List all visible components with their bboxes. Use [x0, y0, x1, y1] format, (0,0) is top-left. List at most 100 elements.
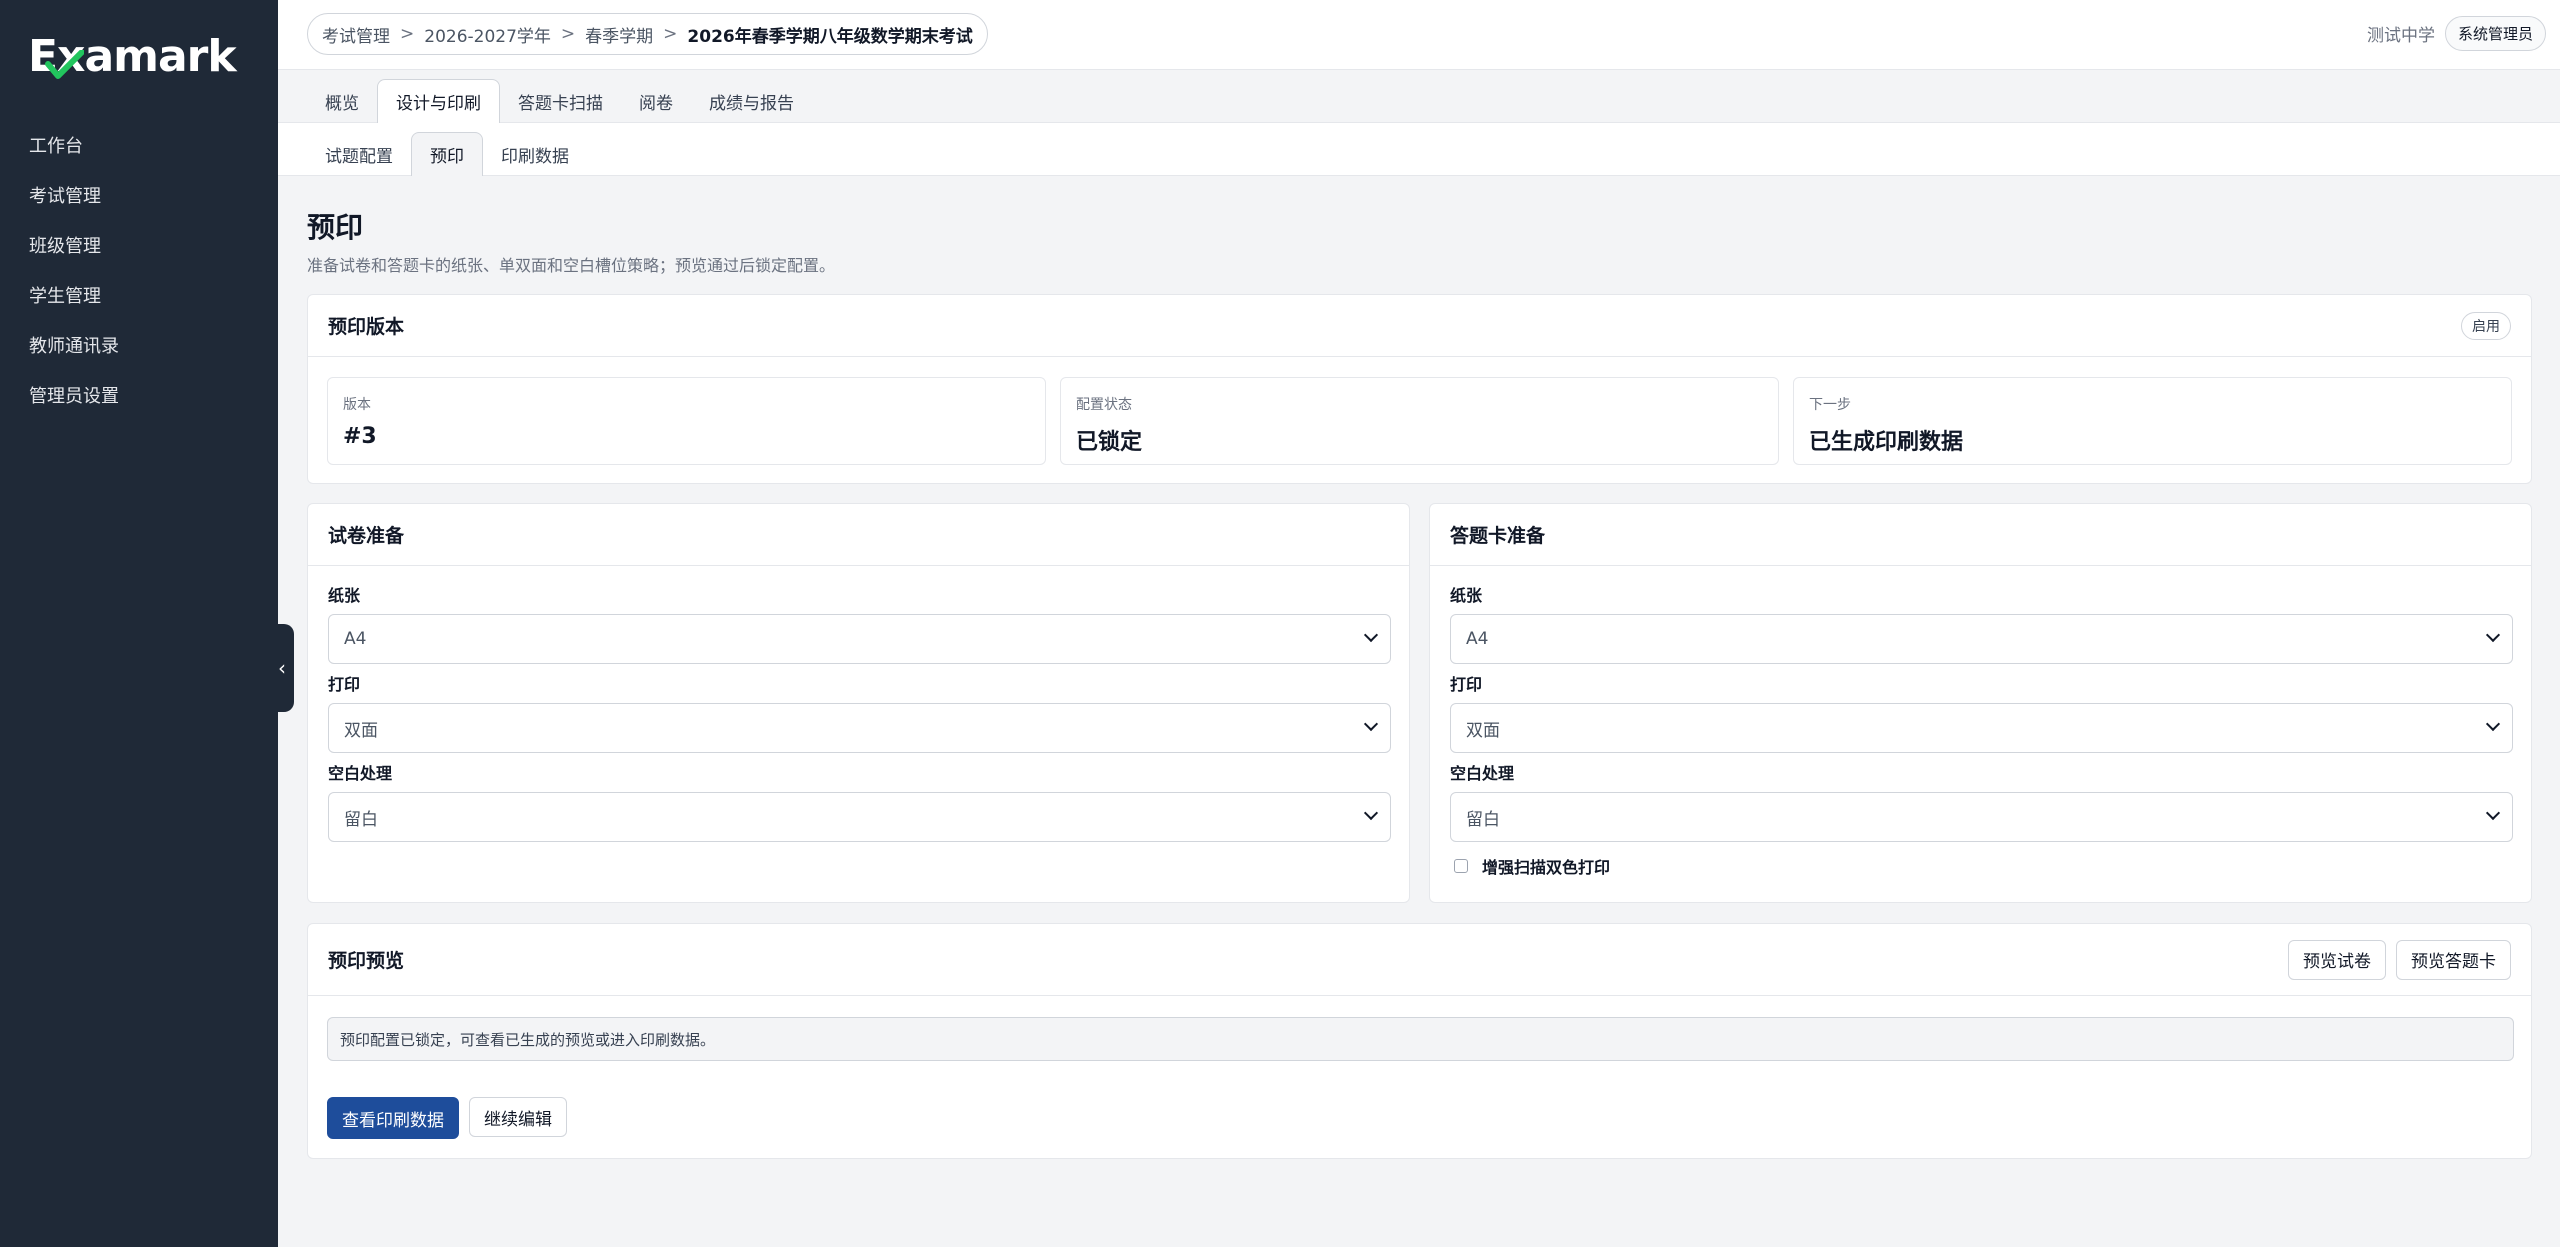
chevron-down-icon [1363, 716, 1379, 732]
breadcrumb-item-exam-management[interactable]: 考试管理 [322, 22, 390, 47]
role-badge[interactable]: 系统管理员 [2444, 16, 2546, 51]
field-label: 纸张 [328, 586, 361, 605]
blank-handling-field: 空白处理 留白 [328, 760, 1391, 842]
page-description: 准备试卷和答题卡的纸张、单双面和空白槽位策略；预览通过后锁定配置。 [307, 256, 836, 275]
preview-buttons: 预览试卷 预览答题卡 [2288, 939, 2511, 980]
card-header: 预印预览 预览试卷 预览答题卡 [308, 924, 2531, 996]
breadcrumb-separator: > [663, 24, 678, 44]
breadcrumb-item-school-year[interactable]: 2026-2027学年 [424, 22, 551, 47]
breadcrumb-separator: > [400, 24, 415, 44]
card-title: 预印预览 [328, 950, 405, 972]
examark-logo[interactable]: Examark [28, 28, 237, 84]
card-header: 预印版本 启用 [308, 295, 2531, 357]
tab-overview[interactable]: 概览 [307, 79, 377, 123]
paper-size-field: 纸张 A4 [328, 582, 1391, 664]
lock-notice: 预印配置已锁定，可查看已生成的预览或进入印刷数据。 [327, 1017, 2514, 1061]
sub-tabs-bar: 试题配置 预印 印刷数据 [278, 123, 2560, 176]
answer-card-prep-card: 答题卡准备 纸张 A4 打印 双面 空白处理 留白 增强扫描双色打印 [1429, 503, 2532, 903]
preprint-version-card: 预印版本 启用 版本 #3 配置状态 已锁定 下一步 已生成印刷数据 [307, 294, 2532, 484]
page-title: 预印 [307, 211, 364, 244]
card-title: 试卷准备 [328, 525, 405, 547]
select-value: 双面 [344, 720, 378, 741]
sub-tabs: 试题配置 预印 印刷数据 [307, 132, 587, 176]
sidebar-item-student-management[interactable]: 学生管理 [0, 270, 278, 320]
blank-handling-select[interactable]: 留白 [328, 792, 1391, 842]
checkbox-label[interactable]: 增强扫描双色打印 [1482, 854, 1610, 878]
field-label: 空白处理 [328, 764, 393, 783]
stat-next-step: 下一步 已生成印刷数据 [1793, 377, 2512, 465]
print-mode-field: 打印 双面 [1450, 671, 2513, 753]
chevron-down-icon [1363, 627, 1379, 643]
preprint-preview-card: 预印预览 预览试卷 预览答题卡 预印配置已锁定，可查看已生成的预览或进入印刷数据… [307, 923, 2532, 1159]
paper-size-select[interactable]: A4 [328, 614, 1391, 664]
sidebar-item-workbench[interactable]: 工作台 [0, 120, 278, 170]
stat-version: 版本 #3 [327, 377, 1046, 465]
sidebar-item-exam-management[interactable]: 考试管理 [0, 170, 278, 220]
preview-answer-card-button[interactable]: 预览答题卡 [2396, 939, 2511, 980]
school-name: 测试中学 [2366, 26, 2435, 46]
version-stats: 版本 #3 配置状态 已锁定 下一步 已生成印刷数据 [327, 377, 2512, 465]
view-print-data-button[interactable]: 查看印刷数据 [327, 1097, 459, 1139]
select-value: A4 [344, 629, 367, 649]
print-mode-field: 打印 双面 [328, 671, 1391, 753]
card-header: 试卷准备 [308, 504, 1409, 566]
stat-value: 已生成印刷数据 [1809, 430, 1964, 455]
tab-grading[interactable]: 阅卷 [621, 79, 691, 123]
action-buttons: 查看印刷数据 继续编辑 [327, 1097, 567, 1139]
select-value: 留白 [344, 809, 378, 830]
sidebar-item-admin-settings[interactable]: 管理员设置 [0, 370, 278, 420]
print-mode-select[interactable]: 双面 [328, 703, 1391, 753]
stat-label: 下一步 [1809, 397, 1851, 413]
preview-paper-button[interactable]: 预览试卷 [2288, 939, 2386, 980]
user-area: 测试中学 系统管理员 [2367, 16, 2546, 51]
subtab-question-config[interactable]: 试题配置 [307, 132, 411, 176]
field-label: 空白处理 [1450, 764, 1515, 783]
stat-value: 已锁定 [1076, 430, 1143, 455]
tab-design-print[interactable]: 设计与印刷 [377, 79, 500, 123]
tab-scores-reports[interactable]: 成绩与报告 [691, 79, 812, 123]
breadcrumb-separator: > [560, 24, 576, 44]
chevron-down-icon [2485, 716, 2501, 732]
sidebar-item-teacher-directory[interactable]: 教师通讯录 [0, 320, 278, 370]
field-label: 纸张 [1450, 586, 1483, 605]
card-header: 答题卡准备 [1430, 504, 2531, 566]
print-mode-select[interactable]: 双面 [1450, 703, 2513, 753]
chevron-down-icon [2485, 627, 2501, 643]
dual-color-option: 增强扫描双色打印 [1454, 854, 1610, 878]
select-value: A4 [1466, 629, 1489, 649]
stat-label: 版本 [343, 397, 371, 413]
subtab-preprint[interactable]: 预印 [411, 132, 483, 176]
main-tabs: 概览 设计与印刷 答题卡扫描 阅卷 成绩与报告 [307, 79, 812, 123]
sidebar-collapse-button[interactable]: ‹ [270, 624, 294, 712]
card-title: 预印版本 [328, 316, 405, 338]
stat-config-status: 配置状态 已锁定 [1060, 377, 1779, 465]
check-icon [45, 50, 84, 79]
blank-handling-select[interactable]: 留白 [1450, 792, 2513, 842]
select-value: 双面 [1466, 720, 1500, 741]
status-badge: 启用 [2461, 311, 2511, 340]
breadcrumb-item-current-exam: 2026年春季学期八年级数学期末考试 [687, 26, 973, 47]
field-label: 打印 [328, 675, 361, 694]
breadcrumb-item-semester[interactable]: 春季学期 [585, 22, 653, 47]
stat-value: #3 [343, 424, 377, 449]
sidebar-nav: 工作台 考试管理 班级管理 学生管理 教师通讯录 管理员设置 [0, 120, 278, 420]
chevron-down-icon [2485, 805, 2501, 821]
field-label: 打印 [1450, 675, 1483, 694]
paper-prep-card: 试卷准备 纸张 A4 打印 双面 空白处理 留白 [307, 503, 1410, 903]
subtab-print-data[interactable]: 印刷数据 [483, 132, 587, 176]
stat-label: 配置状态 [1076, 397, 1132, 413]
select-value: 留白 [1466, 809, 1500, 830]
sidebar-item-class-management[interactable]: 班级管理 [0, 220, 278, 270]
blank-handling-field: 空白处理 留白 [1450, 760, 2513, 842]
card-title: 答题卡准备 [1450, 525, 1546, 547]
dual-color-checkbox[interactable] [1454, 859, 1468, 873]
chevron-left-icon: ‹ [278, 656, 286, 680]
topbar: 考试管理 > 2026-2027学年 > 春季学期 > 2026年春季学期八年级… [278, 0, 2560, 70]
paper-size-select[interactable]: A4 [1450, 614, 2513, 664]
paper-size-field: 纸张 A4 [1450, 582, 2513, 664]
continue-edit-button[interactable]: 继续编辑 [469, 1097, 567, 1137]
main-tabs-bar: 概览 设计与印刷 答题卡扫描 阅卷 成绩与报告 [278, 70, 2560, 123]
chevron-down-icon [1363, 805, 1379, 821]
tab-answer-sheet-scan[interactable]: 答题卡扫描 [500, 79, 621, 123]
breadcrumb: 考试管理 > 2026-2027学年 > 春季学期 > 2026年春季学期八年级… [307, 13, 988, 55]
